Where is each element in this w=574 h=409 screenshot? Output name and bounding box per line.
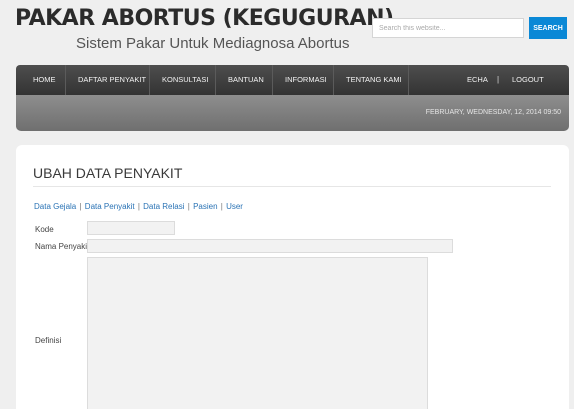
nav-home[interactable]: HOME: [33, 65, 56, 95]
link-user[interactable]: User: [226, 202, 243, 211]
nav-user[interactable]: ECHA: [467, 65, 488, 95]
link-separator: |: [220, 202, 223, 211]
link-data-relasi[interactable]: Data Relasi: [143, 202, 184, 211]
nav-divider: [272, 65, 273, 95]
nav-tentang-kami[interactable]: TENTANG KAMI: [346, 65, 402, 95]
nav-daftar-penyakit[interactable]: DAFTAR PENYAKIT: [78, 65, 146, 95]
nav-bantuan[interactable]: BANTUAN: [228, 65, 264, 95]
main-navigation: HOME DAFTAR PENYAKIT KONSULTASI BANTUAN …: [16, 65, 569, 95]
nav-user-separator: |: [497, 75, 500, 84]
link-separator: |: [79, 202, 82, 211]
date-bar: FEBRUARY, WEDNESDAY, 12, 2014 09:50: [16, 95, 569, 131]
page-title: UBAH DATA PENYAKIT: [33, 165, 183, 181]
nav-informasi[interactable]: INFORMASI: [285, 65, 327, 95]
logout-link[interactable]: LOGOUT: [512, 65, 544, 95]
nav-divider: [215, 65, 216, 95]
title-divider: [33, 186, 551, 187]
nav-divider: [408, 65, 409, 95]
nav-divider: [333, 65, 334, 95]
site-subtitle: Sistem Pakar Untuk Mediagnosa Abortus: [76, 35, 350, 52]
search-button[interactable]: SEARCH: [529, 17, 567, 39]
nav-divider: [149, 65, 150, 95]
link-data-penyakit[interactable]: Data Penyakit: [85, 202, 135, 211]
link-separator: |: [137, 202, 140, 211]
current-date: FEBRUARY, WEDNESDAY, 12, 2014 09:50: [425, 109, 561, 116]
nav-divider: [65, 65, 66, 95]
link-pasien[interactable]: Pasien: [193, 202, 217, 211]
kode-label: Kode: [35, 225, 54, 234]
nav-konsultasi[interactable]: KONSULTASI: [162, 65, 208, 95]
admin-links: Data Gejala | Data Penyakit | Data Relas…: [34, 202, 243, 211]
nama-penyakit-label: Nama Penyakit: [35, 242, 90, 251]
site-title: PAKAR ABORTUS (KEGUGURAN): [15, 6, 394, 31]
definisi-field[interactable]: [87, 257, 428, 409]
search-input[interactable]: [372, 18, 524, 38]
link-separator: |: [187, 202, 190, 211]
definisi-label: Definisi: [35, 336, 62, 345]
content-panel: UBAH DATA PENYAKIT Data Gejala | Data Pe…: [16, 145, 569, 409]
nama-penyakit-field[interactable]: [87, 239, 453, 253]
kode-field[interactable]: [87, 221, 175, 235]
link-data-gejala[interactable]: Data Gejala: [34, 202, 76, 211]
